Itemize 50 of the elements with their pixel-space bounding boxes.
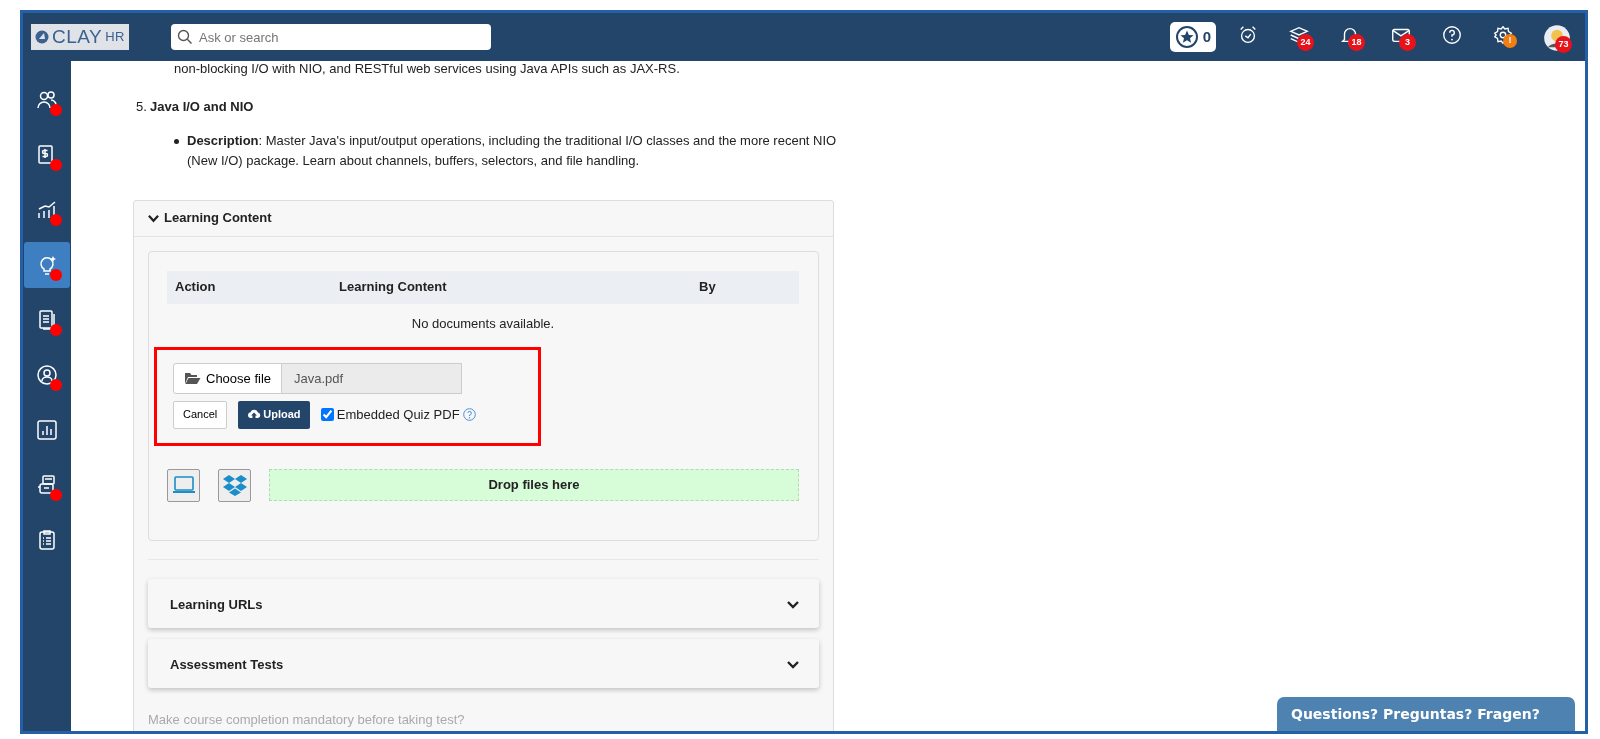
- cloud-upload-icon: [247, 409, 262, 420]
- user-circle-icon: [35, 363, 59, 387]
- cancel-button[interactable]: Cancel: [173, 400, 228, 429]
- accordion-header[interactable]: Learning URLs: [148, 578, 819, 628]
- laptop-icon: [171, 475, 196, 495]
- description-text: Description: Master Java's input/output operations, including the traditional I/O classes and the more recent NIO (New I/O) package. Learn about channels, buffers, selectors, and file handling.: [187, 131, 838, 170]
- column-header: By: [699, 278, 716, 297]
- caret-icon: [148, 212, 159, 224]
- paragraph-text: non-blocking I/O with NIO, and RESTful web services using Java APIs such as JAX-RS.: [173, 61, 681, 77]
- chevron-icon: [787, 660, 799, 670]
- item-title: Java I/O and NIO: [150, 98, 254, 116]
- section-title: Assessment Tests: [170, 656, 284, 675]
- points-button[interactable]: 0: [1169, 22, 1216, 52]
- layers-button[interactable]: 24: [1287, 22, 1318, 56]
- count-badge: 24: [1297, 34, 1314, 51]
- choose-file-button[interactable]: Choose file: [173, 363, 283, 394]
- logo-text: CLAY: [52, 24, 103, 49]
- bell-button[interactable]: 18: [1338, 22, 1369, 56]
- folder-icon: [184, 372, 201, 385]
- dropbox-icon: [222, 474, 247, 496]
- dropbox-button[interactable]: [218, 468, 251, 502]
- question-text: Make course completion mandatory before taking test?: [148, 710, 466, 729]
- bullet-icon: [174, 138, 179, 144]
- checkbox-label: Embedded Quiz PDF: [336, 405, 460, 424]
- accordion-header[interactable]: Assessment Tests: [148, 638, 819, 688]
- avatar-button[interactable]: 73: [1542, 22, 1573, 56]
- mail-button[interactable]: 3: [1389, 22, 1420, 56]
- column-header: Action: [174, 278, 217, 297]
- column-header: Learning Content: [339, 278, 448, 297]
- bar-chart-icon: [35, 418, 59, 442]
- panel-header[interactable]: Learning Content: [134, 200, 833, 237]
- logo-suffix: HR: [105, 28, 125, 47]
- quiz-checkbox[interactable]: [320, 408, 334, 421]
- logo-icon: [35, 30, 49, 44]
- list-number: 5.: [136, 98, 147, 116]
- help-icon: [1441, 24, 1463, 46]
- section-title: Learning URLs: [170, 596, 263, 615]
- file-name-field[interactable]: Java.pdf: [282, 363, 463, 394]
- drop-zone[interactable]: Drop files here: [269, 469, 799, 501]
- count-badge: 3: [1399, 34, 1416, 51]
- upload-button[interactable]: Upload: [238, 400, 310, 429]
- warning-badge: !: [1503, 34, 1517, 48]
- chevron-icon: [787, 600, 799, 610]
- help-widget[interactable]: Questions? Preguntas? Fragen?: [1277, 697, 1575, 731]
- count-badge: 18: [1348, 34, 1365, 51]
- computer-upload-button[interactable]: [167, 468, 200, 502]
- help-icon[interactable]: [462, 408, 476, 421]
- search-field[interactable]: Ask or search: [171, 24, 491, 50]
- empty-message: No documents available.: [410, 314, 556, 333]
- count-badge: 73: [1555, 36, 1572, 53]
